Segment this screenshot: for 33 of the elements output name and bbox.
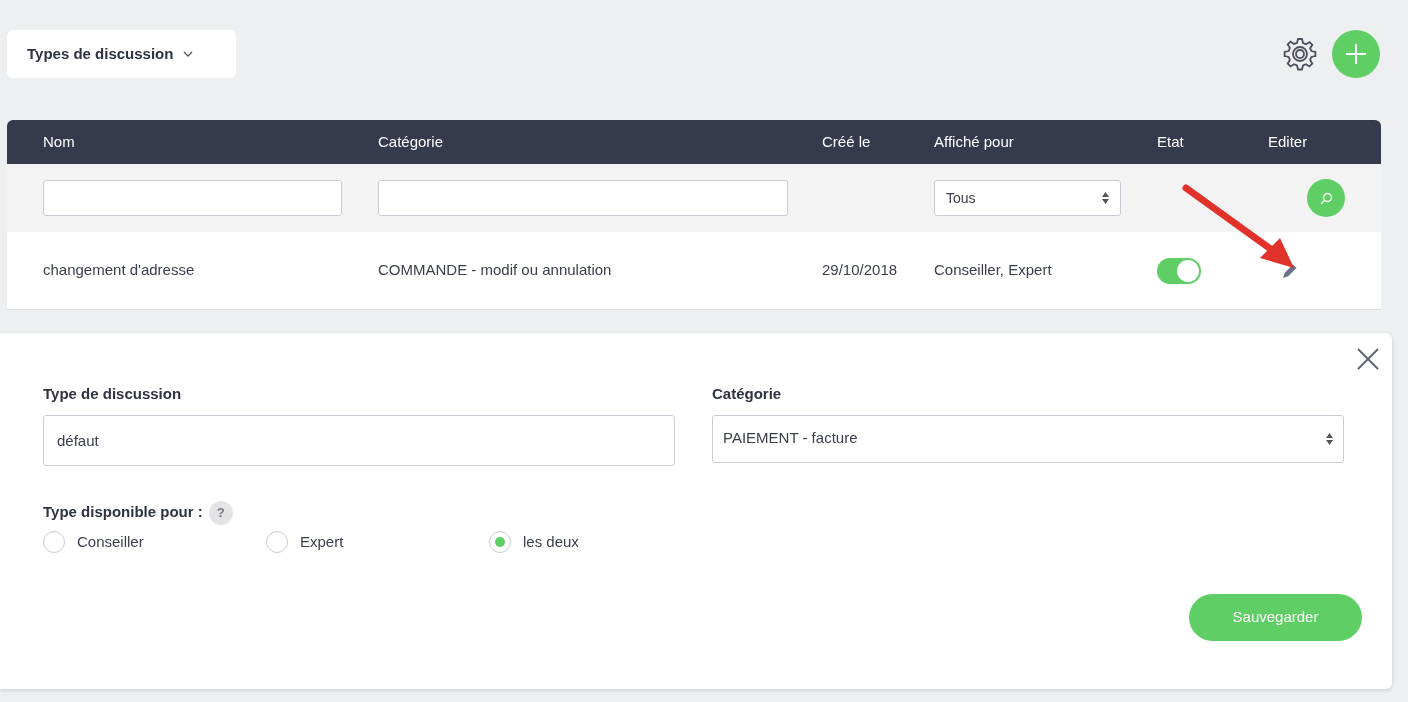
search-button[interactable] bbox=[1307, 179, 1345, 217]
radio-option[interactable]: les deux bbox=[489, 530, 712, 553]
field-label: Catégorie bbox=[712, 384, 783, 404]
plus-icon bbox=[1345, 43, 1367, 65]
close-icon[interactable] bbox=[1357, 348, 1379, 370]
radio-option[interactable]: Expert bbox=[266, 530, 489, 553]
column-header: Créé le bbox=[822, 132, 871, 150]
category-select[interactable]: PAIEMENT - facture bbox=[712, 414, 1344, 463]
table-cell: 29/10/2018 bbox=[822, 261, 898, 279]
column-header: Nom bbox=[43, 132, 75, 150]
column-header: Etat bbox=[1157, 132, 1184, 150]
search-icon bbox=[1319, 191, 1333, 205]
updown-arrows-icon bbox=[1326, 432, 1333, 445]
table-cell: changement d'adresse bbox=[43, 261, 195, 279]
dropdown-button[interactable]: Types de discussion bbox=[7, 30, 236, 78]
toggle-switch[interactable] bbox=[1157, 257, 1201, 284]
filter-input[interactable] bbox=[43, 180, 342, 216]
table-cell: COMMANDE - modif ou annulation bbox=[378, 261, 612, 279]
column-header: Editer bbox=[1268, 132, 1308, 150]
add-button[interactable] bbox=[1332, 30, 1380, 78]
name-input[interactable]: défaut bbox=[43, 414, 675, 466]
field-label: Type de discussion bbox=[43, 384, 183, 404]
radio-option[interactable]: Conseiller bbox=[43, 530, 266, 553]
updown-arrows-icon bbox=[1102, 192, 1109, 204]
help-badge[interactable]: ? bbox=[208, 500, 233, 525]
filter-input[interactable] bbox=[378, 180, 788, 216]
settings-icon[interactable] bbox=[1283, 37, 1317, 71]
table-cell: Conseiller, Expert bbox=[934, 261, 1052, 279]
column-header: Affiché pour bbox=[934, 132, 1014, 150]
filter-select[interactable]: Tous bbox=[934, 180, 1121, 216]
field-label: Type disponible pour : bbox=[43, 502, 203, 523]
chevron-down-icon bbox=[183, 51, 194, 57]
column-header: Catégorie bbox=[378, 132, 444, 150]
